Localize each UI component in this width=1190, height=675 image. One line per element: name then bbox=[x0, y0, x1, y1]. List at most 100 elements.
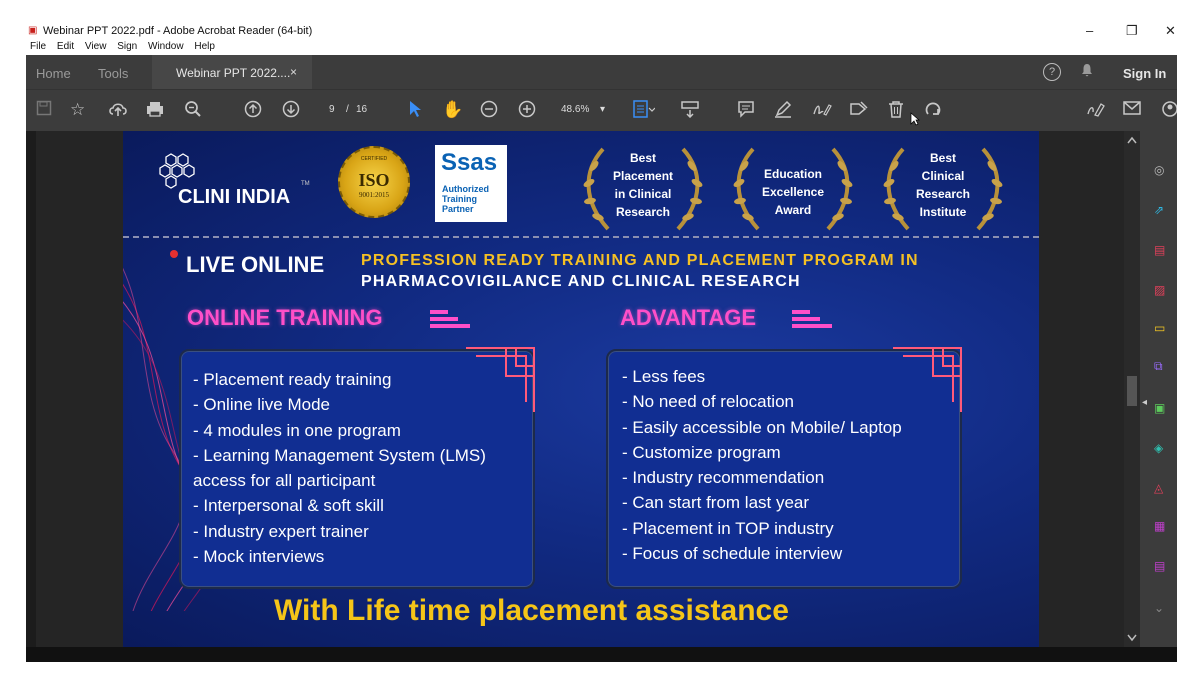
edit-pdf-icon[interactable]: ▨ bbox=[1154, 283, 1165, 297]
tab-home[interactable]: Home bbox=[36, 66, 71, 81]
menu-edit[interactable]: Edit bbox=[57, 41, 74, 52]
acrobat-window: ▣ Webinar PPT 2022.pdf - Adobe Acrobat R… bbox=[26, 21, 1177, 662]
zoom-out-icon[interactable] bbox=[480, 100, 498, 118]
online-training-box: - Placement ready training - Online live… bbox=[179, 347, 535, 589]
award-1-line-2: Placement bbox=[612, 169, 674, 183]
fit-page-icon[interactable] bbox=[633, 100, 655, 118]
zoom-search-icon[interactable] bbox=[184, 100, 202, 118]
window-title: Webinar PPT 2022.pdf - Adobe Acrobat Rea… bbox=[43, 25, 313, 37]
sas-line-1: Authorized bbox=[442, 184, 489, 194]
zoom-dropdown-arrow-icon[interactable]: ▾ bbox=[600, 104, 605, 115]
award-1-line-3: in Clinical bbox=[614, 187, 672, 201]
online-training-heading: ONLINE TRAINING bbox=[187, 305, 383, 330]
comment-icon[interactable] bbox=[737, 100, 755, 118]
search-tool-icon[interactable]: ◎ bbox=[1154, 163, 1164, 177]
award-1-line-1: Best bbox=[629, 151, 656, 165]
placement-tagline: With Life time placement assistance bbox=[274, 594, 789, 627]
forms-tool-icon[interactable]: ▦ bbox=[1154, 519, 1165, 533]
save-icon[interactable] bbox=[36, 100, 52, 116]
tab-document[interactable]: Webinar PPT 2022.... × bbox=[152, 55, 312, 89]
menu-file[interactable]: File bbox=[30, 41, 46, 52]
stamp-icon[interactable] bbox=[849, 100, 869, 118]
award-3-line-1: Best bbox=[929, 151, 956, 165]
help-icon[interactable]: ? bbox=[1043, 63, 1061, 81]
live-online-label: LIVE ONLINE bbox=[186, 252, 325, 277]
brand-name: CLINI INDIA bbox=[178, 186, 291, 208]
close-tab-icon[interactable]: × bbox=[290, 65, 297, 79]
award-2-line-3: Award bbox=[774, 203, 812, 217]
hand-tool-icon[interactable]: ✋ bbox=[442, 100, 463, 120]
tab-bar: Home Tools Webinar PPT 2022.... × ? Sign… bbox=[26, 55, 1177, 89]
vertical-scrollbar[interactable] bbox=[1124, 131, 1140, 647]
delete-trash-icon[interactable] bbox=[888, 100, 904, 118]
zoom-in-icon[interactable] bbox=[518, 100, 536, 118]
advantage-box: - Less fees - No need of relocation - Ea… bbox=[606, 347, 962, 589]
mail-icon[interactable] bbox=[1123, 100, 1141, 116]
advantage-heading: ADVANTAGE bbox=[620, 305, 757, 330]
award-3-line-4: Institute bbox=[919, 205, 967, 219]
document-area[interactable]: CLINI INDIA TM CERTIFIED ISO 9001:2015 S… bbox=[26, 131, 1124, 647]
menu-sign[interactable]: Sign bbox=[117, 41, 137, 52]
left-panel-collapsed[interactable] bbox=[26, 131, 36, 647]
menu-help[interactable]: Help bbox=[194, 41, 215, 52]
scroll-down-icon[interactable] bbox=[1127, 634, 1137, 642]
restore-button[interactable]: ❐ bbox=[1126, 23, 1138, 39]
upload-cloud-icon[interactable] bbox=[108, 100, 128, 118]
award-3-line-2: Clinical bbox=[921, 169, 965, 183]
list-item: - Focus of schedule interview bbox=[622, 544, 843, 564]
menu-bar: File Edit View Sign Window Help bbox=[26, 41, 1177, 55]
menu-view[interactable]: View bbox=[85, 41, 107, 52]
comment-tool-icon[interactable]: ▭ bbox=[1154, 321, 1165, 335]
live-dot-icon bbox=[170, 250, 178, 258]
list-item: - Less fees bbox=[622, 367, 706, 386]
tab-document-label: Webinar PPT 2022.... bbox=[176, 66, 291, 80]
list-item: - 4 modules in one program bbox=[193, 420, 401, 440]
panel-scroll-down-icon[interactable]: ⌄ bbox=[1154, 601, 1164, 615]
scrollbar-thumb[interactable] bbox=[1127, 376, 1137, 406]
print-icon[interactable] bbox=[146, 100, 164, 118]
scroll-mode-icon[interactable] bbox=[681, 100, 699, 118]
rotate-icon[interactable] bbox=[924, 100, 942, 118]
bell-icon[interactable] bbox=[1081, 63, 1093, 80]
iso-certified: CERTIFIED bbox=[360, 156, 388, 162]
next-page-icon[interactable] bbox=[282, 100, 300, 118]
sas-line-3: Partner bbox=[442, 204, 474, 214]
list-item: - No need of relocation bbox=[622, 392, 794, 412]
minimize-button[interactable]: – bbox=[1086, 23, 1093, 38]
page-number-input[interactable]: 9 bbox=[329, 104, 335, 115]
protect-tool-icon[interactable]: ◬ bbox=[1154, 481, 1163, 495]
fill-sign-icon[interactable] bbox=[1086, 100, 1106, 118]
list-item: - Easily accessible on Mobile/ Laptop bbox=[622, 417, 902, 437]
export-pdf-icon[interactable]: ⇗ bbox=[1154, 203, 1164, 217]
fill-and-sign-tool-icon[interactable]: ▣ bbox=[1154, 401, 1165, 415]
program-title-line-2: PHARMACOVIGILANCE AND CLINICAL RESEARCH bbox=[361, 273, 801, 290]
previous-page-icon[interactable] bbox=[244, 100, 262, 118]
pdf-file-icon: ▣ bbox=[28, 25, 38, 36]
scroll-up-icon[interactable] bbox=[1127, 136, 1137, 144]
award-2-line-1: Education bbox=[763, 167, 822, 181]
award-2-line-2: Excellence bbox=[761, 185, 825, 199]
star-icon[interactable]: ☆ bbox=[70, 100, 85, 120]
tab-tools[interactable]: Tools bbox=[98, 66, 128, 81]
award-best-clinical-research: Best Clinical Research Institute bbox=[878, 141, 1008, 231]
highlight-pen-icon[interactable] bbox=[774, 100, 792, 118]
iso-standard: 9001:2015 bbox=[359, 191, 389, 199]
list-item: - Can start from last year bbox=[622, 493, 810, 513]
select-cursor-icon[interactable] bbox=[408, 100, 422, 118]
zoom-level-dropdown[interactable]: 48.6% bbox=[561, 104, 589, 115]
heading-bars-icon bbox=[792, 310, 832, 328]
menu-window[interactable]: Window bbox=[148, 41, 184, 52]
sign-in-button[interactable]: Sign In bbox=[1123, 66, 1166, 81]
more-tools-icon[interactable]: ▤ bbox=[1154, 559, 1165, 573]
panel-collapse-icon[interactable]: ◂ bbox=[1142, 397, 1147, 408]
account-icon[interactable] bbox=[1162, 100, 1177, 118]
right-tools-panel: ◂ ◎ ⇗ ▤ ▨ ▭ ⧉ ▣ ◈ ◬ ▦ ▤ ⌄ bbox=[1140, 131, 1177, 647]
iso-main: ISO bbox=[358, 170, 390, 190]
title-bar: ▣ Webinar PPT 2022.pdf - Adobe Acrobat R… bbox=[26, 21, 1177, 41]
scan-tool-icon[interactable]: ◈ bbox=[1154, 441, 1163, 455]
list-item: - Industry recommendation bbox=[622, 468, 825, 488]
combine-files-icon[interactable]: ⧉ bbox=[1154, 359, 1163, 374]
sign-pen-icon[interactable] bbox=[812, 100, 832, 118]
organize-pages-icon[interactable]: ▤ bbox=[1154, 243, 1165, 257]
close-window-button[interactable]: ✕ bbox=[1165, 23, 1176, 39]
